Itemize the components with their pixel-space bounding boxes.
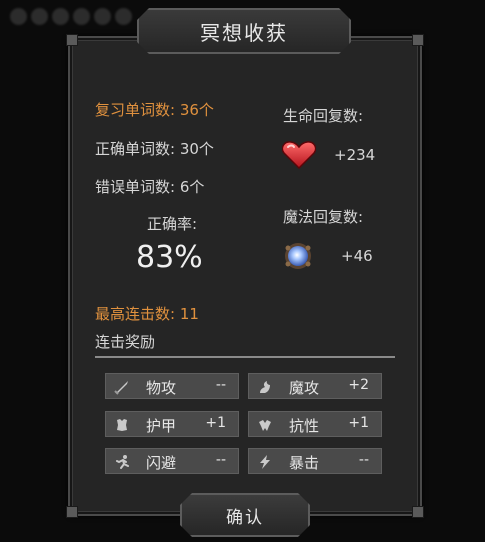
reward-value: -- [215, 377, 226, 393]
reward-dodge: 闪避 -- [105, 448, 239, 474]
reward-physical-attack: 物攻 -- [105, 373, 239, 399]
combo-reward-label: 连击奖励 [95, 333, 156, 351]
magic-attack-icon [260, 381, 270, 393]
accuracy-label: 正确率: [147, 215, 198, 233]
max-combo-count: 最高连击数: 11 [95, 305, 199, 323]
reward-magic-attack: 魔攻 +2 [248, 373, 382, 399]
reward-name: 闪避 [146, 454, 177, 472]
reward-name: 暴击 [289, 454, 320, 472]
critical-icon [260, 455, 270, 469]
wrong-word-count: 错误单词数: 6个 [95, 178, 205, 196]
reward-armor: 护甲 +1 [105, 411, 239, 437]
title-plate: 冥想收获 [137, 8, 351, 54]
reward-value: -- [215, 452, 226, 468]
review-word-count: 复习单词数: 36个 [95, 101, 214, 119]
reward-resistance: 抗性 +1 [248, 411, 382, 437]
reward-name: 魔攻 [289, 379, 320, 397]
confirm-button-label: 确认 [226, 507, 264, 528]
reward-value: -- [358, 452, 369, 468]
divider [95, 356, 395, 358]
confirm-button[interactable]: 确认 [180, 493, 310, 537]
hp-recovery-label: 生命回复数: [283, 107, 364, 125]
background-glyphs [10, 8, 135, 30]
mp-recovery-value: +46 [341, 247, 373, 265]
reward-value: +1 [348, 415, 369, 431]
sword-icon [114, 381, 128, 395]
heart-icon [282, 141, 316, 169]
accuracy-value: 83% [136, 240, 203, 275]
dodge-icon [116, 455, 129, 469]
reward-critical: 暴击 -- [248, 448, 382, 474]
correct-word-count: 正确单词数: 30个 [95, 140, 214, 158]
reward-value: +1 [205, 415, 226, 431]
mana-orb-icon [285, 243, 311, 269]
reward-name: 护甲 [146, 417, 177, 435]
reward-value: +2 [348, 377, 369, 393]
reward-name: 抗性 [289, 417, 320, 435]
armor-icon [117, 419, 127, 431]
hp-recovery-value: +234 [334, 146, 376, 164]
dialog-title: 冥想收获 [200, 20, 288, 45]
resistance-icon [259, 420, 271, 431]
reward-name: 物攻 [146, 379, 177, 397]
mp-recovery-label: 魔法回复数: [283, 208, 364, 226]
